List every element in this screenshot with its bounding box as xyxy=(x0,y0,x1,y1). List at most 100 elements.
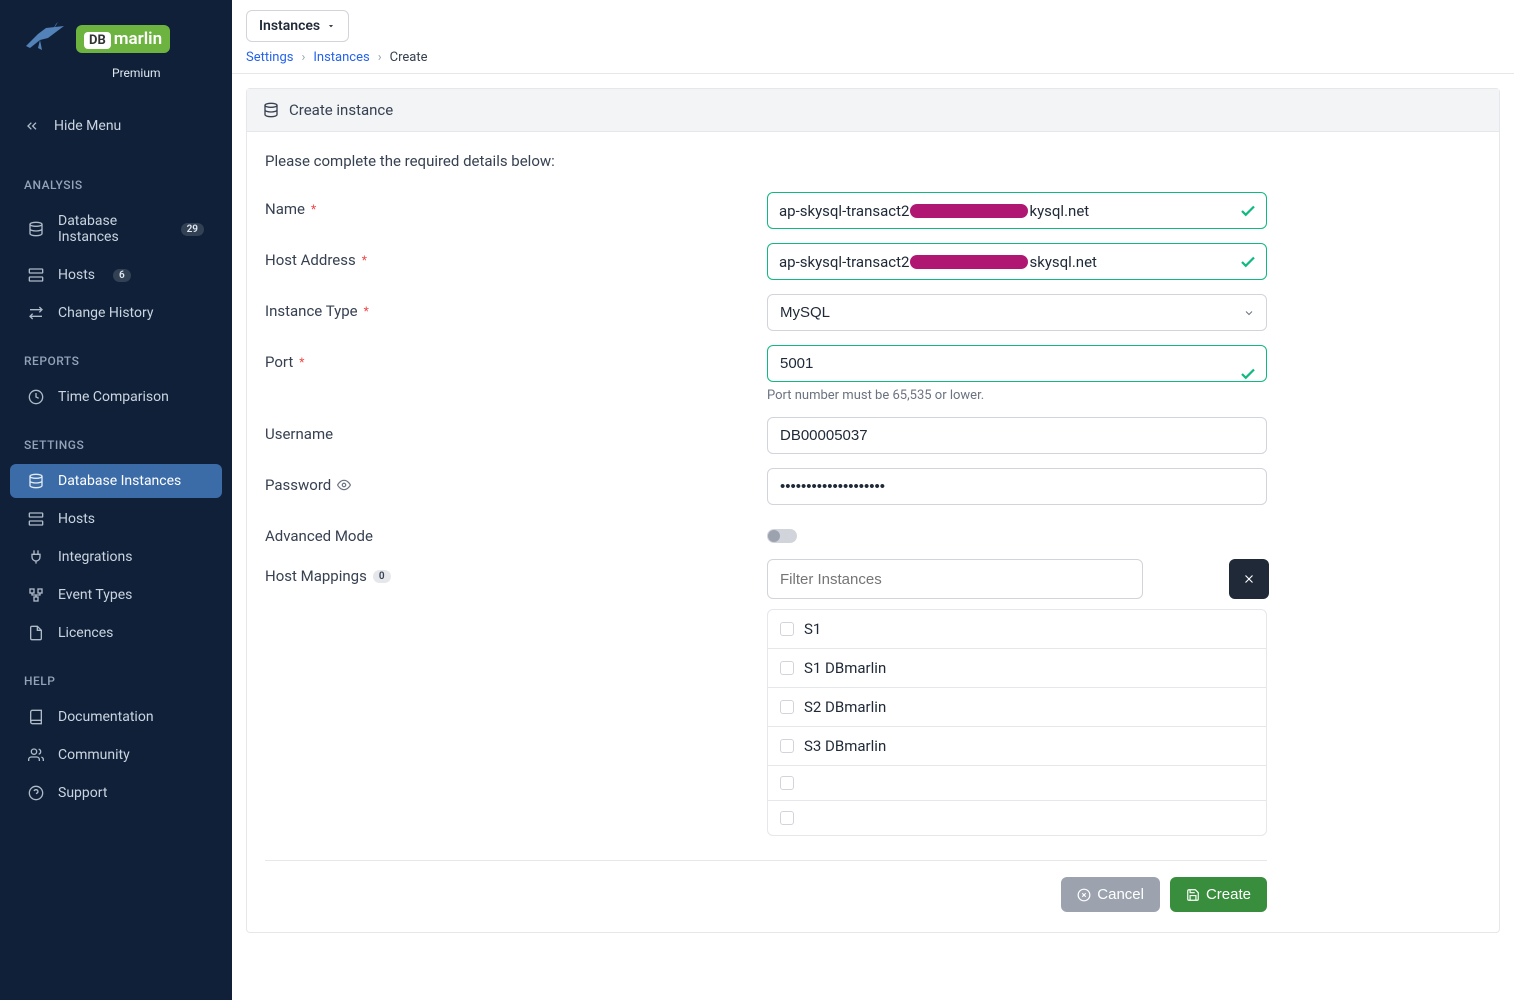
nav-label: Licences xyxy=(58,625,113,641)
advanced-label: Advanced Mode xyxy=(265,519,767,545)
close-icon xyxy=(1242,572,1256,586)
section-settings: SETTINGS xyxy=(0,416,232,462)
main-content: Instances Settings › Instances › Create … xyxy=(232,0,1514,1000)
brand-db-text: DB xyxy=(84,32,111,49)
nav-label: Change History xyxy=(58,305,153,321)
type-select[interactable]: MySQL xyxy=(767,294,1267,331)
clear-filter-button[interactable] xyxy=(1229,559,1269,599)
database-icon xyxy=(263,102,279,118)
cancel-label: Cancel xyxy=(1097,886,1144,903)
database-icon xyxy=(28,473,44,489)
cancel-button[interactable]: Cancel xyxy=(1061,877,1160,912)
username-label: Username xyxy=(265,417,767,443)
check-icon xyxy=(1239,253,1257,271)
host-mappings-label: Host Mappings 0 xyxy=(265,559,767,585)
tier-label: Premium xyxy=(112,66,160,80)
host-item-label: S1 xyxy=(804,620,821,638)
nav-settings-hosts[interactable]: Hosts xyxy=(10,502,222,536)
nav-settings-db-instances[interactable]: Database Instances xyxy=(10,464,222,498)
host-item-label: S2 DBmarlin xyxy=(804,698,886,716)
nav-label: Hosts xyxy=(58,511,95,527)
host-item[interactable] xyxy=(768,766,1266,801)
users-icon xyxy=(28,747,44,763)
nav-badge: 29 xyxy=(181,223,204,236)
checkbox[interactable] xyxy=(780,739,794,753)
server-icon xyxy=(28,267,44,283)
nav-help-documentation[interactable]: Documentation xyxy=(10,700,222,734)
topbar: Instances Settings › Instances › Create xyxy=(232,0,1514,74)
password-label: Password xyxy=(265,468,767,494)
nav-settings-event-types[interactable]: Event Types xyxy=(10,578,222,612)
chevron-right-icon: › xyxy=(378,50,382,65)
toggle-knob xyxy=(768,530,780,542)
panel-title: Create instance xyxy=(289,101,393,119)
host-input[interactable] xyxy=(767,243,1267,280)
port-help-text: Port number must be 65,535 or lower. xyxy=(767,388,1267,403)
advanced-toggle[interactable] xyxy=(767,529,797,543)
checkbox[interactable] xyxy=(780,700,794,714)
nav-settings-integrations[interactable]: Integrations xyxy=(10,540,222,574)
book-icon xyxy=(28,709,44,725)
save-icon xyxy=(1186,888,1200,902)
name-input[interactable] xyxy=(767,192,1267,229)
nav-reports-time-comparison[interactable]: Time Comparison xyxy=(10,380,222,414)
port-label: Port* xyxy=(265,345,767,371)
network-icon xyxy=(28,587,44,603)
logo-area: DB marlin Premium xyxy=(0,0,232,88)
create-label: Create xyxy=(1206,886,1251,903)
section-analysis: ANALYSIS xyxy=(0,156,232,202)
nav-help-support[interactable]: Support xyxy=(10,776,222,810)
nav-help-community[interactable]: Community xyxy=(10,738,222,772)
nav-analysis-hosts[interactable]: Hosts 6 xyxy=(10,258,222,292)
database-icon xyxy=(28,221,44,237)
host-item-label: S1 DBmarlin xyxy=(804,659,886,677)
host-item[interactable] xyxy=(768,801,1266,835)
check-icon xyxy=(1239,202,1257,220)
brand-marlin-text: marlin xyxy=(114,29,162,49)
create-instance-panel: Create instance Please complete the requ… xyxy=(246,88,1500,933)
nav-label: Documentation xyxy=(58,709,154,725)
password-input[interactable] xyxy=(767,468,1267,505)
chevron-right-icon: › xyxy=(301,50,305,65)
create-button[interactable]: Create xyxy=(1170,877,1267,912)
sidebar: DB marlin Premium Hide Menu ANALYSIS Dat… xyxy=(0,0,232,1000)
help-icon xyxy=(28,785,44,801)
cancel-icon xyxy=(1077,888,1091,902)
form-actions: Cancel Create xyxy=(265,860,1267,912)
crumb-settings[interactable]: Settings xyxy=(246,50,293,65)
host-item[interactable]: S1 xyxy=(768,610,1266,649)
host-label: Host Address* xyxy=(265,243,767,269)
file-icon xyxy=(28,625,44,641)
host-item[interactable]: S3 DBmarlin xyxy=(768,727,1266,766)
instances-dropdown[interactable]: Instances xyxy=(246,10,349,42)
check-icon xyxy=(1239,365,1257,383)
chevron-double-left-icon xyxy=(24,118,40,134)
name-label: Name* xyxy=(265,192,767,218)
nav-analysis-db-instances[interactable]: Database Instances 29 xyxy=(10,204,222,254)
checkbox[interactable] xyxy=(780,811,794,825)
checkbox[interactable] xyxy=(780,622,794,636)
swap-icon xyxy=(28,305,44,321)
host-list: S1 S1 DBmarlin S2 DBmarlin S3 DBmarlin xyxy=(767,609,1267,836)
section-help: HELP xyxy=(0,652,232,698)
server-icon xyxy=(28,511,44,527)
checkbox[interactable] xyxy=(780,661,794,675)
port-input[interactable] xyxy=(767,345,1267,382)
host-mappings-badge: 0 xyxy=(373,570,391,583)
hide-menu-button[interactable]: Hide Menu xyxy=(10,106,222,146)
host-item-label: S3 DBmarlin xyxy=(804,737,886,755)
filter-instances-input[interactable] xyxy=(767,559,1143,599)
nav-label: Hosts xyxy=(58,267,95,283)
breadcrumbs: Settings › Instances › Create xyxy=(246,50,1500,65)
hide-menu-label: Hide Menu xyxy=(54,118,121,134)
eye-icon[interactable] xyxy=(337,478,351,492)
nav-label: Database Instances xyxy=(58,473,181,489)
nav-badge: 6 xyxy=(113,269,131,282)
nav-analysis-change-history[interactable]: Change History xyxy=(10,296,222,330)
checkbox[interactable] xyxy=(780,776,794,790)
host-item[interactable]: S2 DBmarlin xyxy=(768,688,1266,727)
host-item[interactable]: S1 DBmarlin xyxy=(768,649,1266,688)
username-input[interactable] xyxy=(767,417,1267,454)
nav-settings-licences[interactable]: Licences xyxy=(10,616,222,650)
crumb-instances[interactable]: Instances xyxy=(313,50,369,65)
